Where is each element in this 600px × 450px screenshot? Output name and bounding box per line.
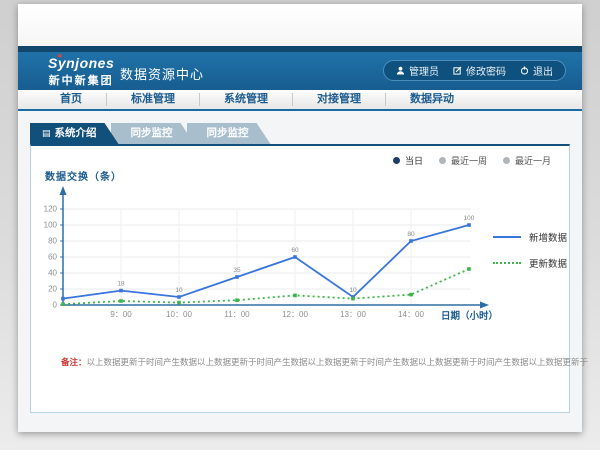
data-point (467, 223, 471, 227)
y-tick-label: 100 (44, 221, 58, 230)
legend-item-new-data: 新增数据 (493, 230, 567, 244)
chart-legend: 新增数据 更新数据 (493, 230, 567, 270)
radio-dot-icon (393, 157, 400, 164)
data-point (293, 255, 297, 259)
logo: ✶ Synjones 新中新集团 (48, 55, 114, 88)
data-point (409, 293, 413, 297)
data-point (177, 295, 181, 299)
tab-sync-monitor-1[interactable]: 同步监控 (111, 123, 195, 144)
header: ✶ Synjones 新中新集团 数据资源中心 管理员 修改密码 退出 (18, 52, 582, 90)
main-nav: 首页 标准管理 系统管理 对接管理 数据异动 (18, 90, 582, 109)
nav-item-standard-mgmt[interactable]: 标准管理 (107, 93, 200, 106)
chart-container: 0 20 40 60 80 100 120 9：00 10：00 11：00 12：00 13：00 1… (31, 182, 569, 342)
range-filter: 当日 最近一周 最近一月 (393, 154, 551, 167)
logout-button[interactable]: 退出 (520, 63, 553, 78)
logo-company-name: 新中新集团 (48, 72, 114, 88)
y-tick-label: 80 (48, 237, 57, 246)
data-point (235, 275, 239, 279)
y-tick-label: 20 (48, 285, 57, 294)
radio-last-week[interactable]: 最近一周 (439, 154, 487, 167)
logo-wordmark: ✶ Synjones (48, 55, 114, 71)
x-tick-label: 10：00 (166, 310, 192, 319)
y-tick-label: 120 (44, 205, 58, 214)
radio-dot-icon (503, 157, 510, 164)
data-point (119, 289, 123, 293)
footnote-prefix: 备注： (61, 357, 87, 367)
nav-item-interface-mgmt[interactable]: 对接管理 (293, 93, 386, 106)
data-point-label: 18 (117, 281, 125, 288)
radio-today[interactable]: 当日 (393, 154, 423, 167)
data-point (177, 301, 181, 305)
x-tick-label: 14：00 (398, 310, 424, 319)
data-point-label: 10 (349, 287, 357, 294)
x-axis-title: 日期（小时） (441, 310, 498, 322)
y-axis-arrow-icon (60, 186, 67, 195)
chart-panel: 当日 最近一周 最近一月 数据交换（条） 0 20 40 60 80 100 120 9：00… (30, 144, 570, 413)
tab-system-intro[interactable]: ▤系统介绍 (30, 123, 119, 144)
data-point (119, 299, 123, 303)
data-point (235, 298, 239, 302)
tab-sync-monitor-2[interactable]: 同步监控 (187, 123, 271, 144)
user-toolbar: 管理员 修改密码 退出 (383, 60, 566, 81)
legend-item-update-data: 更新数据 (493, 256, 567, 270)
x-tick-label: 9：00 (110, 310, 132, 319)
power-icon (520, 66, 529, 75)
radio-last-month[interactable]: 最近一月 (503, 154, 551, 167)
y-tick-label: 0 (53, 301, 58, 310)
edit-icon (453, 66, 462, 75)
x-axis-arrow-icon (480, 302, 489, 309)
data-point (467, 267, 471, 271)
page-top-margin (18, 4, 582, 46)
document-icon: ▤ (42, 128, 51, 138)
page-title: 数据资源中心 (120, 64, 204, 83)
data-point-label: 100 (464, 215, 475, 222)
x-tick-label: 11：00 (224, 310, 250, 319)
y-tick-label: 60 (48, 253, 57, 262)
data-point-label: 60 (291, 247, 299, 254)
current-user-button[interactable]: 管理员 (396, 63, 439, 78)
chart: 0 20 40 60 80 100 120 9：00 10：00 11：00 12：00 13：00 1… (31, 182, 569, 342)
logo-star-icon: ✶ (56, 51, 64, 62)
x-tick-label: 12：00 (282, 310, 308, 319)
data-point (409, 239, 413, 243)
y-axis-title: 数据交换（条） (45, 168, 122, 183)
x-tick-label: 13：00 (340, 310, 366, 319)
radio-dot-icon (439, 157, 446, 164)
footnote-text: 以上数据更新于时间产生数据以上数据更新于时间产生数据以上数据更新于时间产生数据以… (87, 357, 589, 367)
nav-item-system-mgmt[interactable]: 系统管理 (200, 93, 293, 106)
nav-item-home[interactable]: 首页 (36, 93, 107, 106)
data-point (61, 297, 65, 301)
solid-line-swatch-icon (493, 236, 521, 238)
user-icon (396, 66, 405, 75)
y-tick-label: 40 (48, 269, 57, 278)
content-area: ▤系统介绍 同步监控 同步监控 当日 最近一周 最近一月 数据交换（条） 0 20… (18, 111, 582, 432)
data-point (293, 294, 297, 298)
data-point-label: 80 (407, 231, 415, 238)
data-point-label: 35 (233, 267, 241, 274)
change-password-button[interactable]: 修改密码 (453, 63, 506, 78)
data-point-label: 10 (175, 287, 183, 294)
app-window: ✶ Synjones 新中新集团 数据资源中心 管理员 修改密码 退出 首页 标… (18, 4, 582, 432)
tab-bar: ▤系统介绍 同步监控 同步监控 (30, 123, 271, 144)
data-point (351, 297, 355, 301)
data-point (61, 302, 65, 306)
footnote: 备注：以上数据更新于时间产生数据以上数据更新于时间产生数据以上数据更新于时间产生… (61, 356, 588, 368)
nav-item-data-change[interactable]: 数据异动 (386, 93, 478, 106)
dotted-line-swatch-icon (493, 262, 521, 264)
